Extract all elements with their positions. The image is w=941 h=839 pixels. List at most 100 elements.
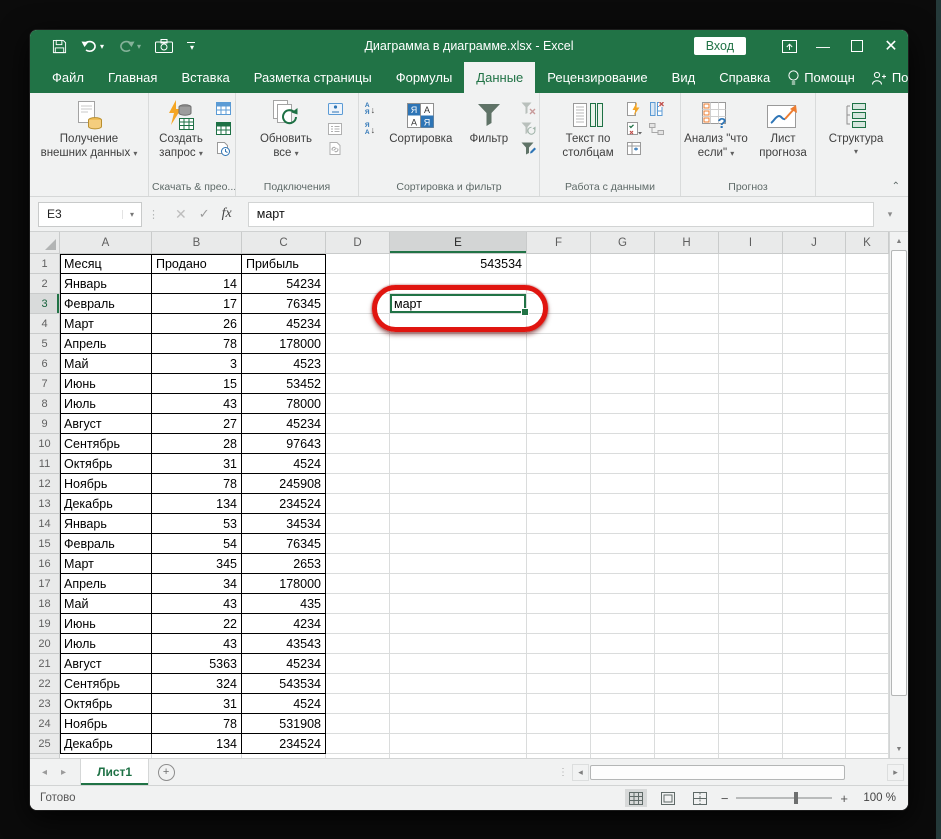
- refresh-all-button[interactable]: Обновить все ▾: [248, 96, 324, 160]
- filter-button[interactable]: Фильтр: [461, 96, 517, 147]
- zoom-out-button[interactable]: −: [721, 791, 729, 806]
- cell-J3[interactable]: [783, 294, 846, 314]
- cell-K16[interactable]: [846, 554, 889, 574]
- cell-B18[interactable]: 43: [152, 594, 242, 614]
- cell-K4[interactable]: [846, 314, 889, 334]
- zoom-slider-thumb[interactable]: [794, 792, 799, 804]
- cell-H4[interactable]: [655, 314, 719, 334]
- cell-A21[interactable]: Август: [60, 654, 152, 674]
- cell-G6[interactable]: [591, 354, 655, 374]
- cell-D6[interactable]: [326, 354, 390, 374]
- cell-G10[interactable]: [591, 434, 655, 454]
- fill-handle[interactable]: [521, 308, 529, 316]
- cell-G15[interactable]: [591, 534, 655, 554]
- cell-C3[interactable]: 76345: [242, 294, 326, 314]
- cell-H10[interactable]: [655, 434, 719, 454]
- cell-B10[interactable]: 28: [152, 434, 242, 454]
- cell-E20[interactable]: [390, 634, 527, 654]
- close-button[interactable]: ✕: [874, 30, 908, 62]
- cell-F22[interactable]: [527, 674, 591, 694]
- cell-H5[interactable]: [655, 334, 719, 354]
- cell-E7[interactable]: [390, 374, 527, 394]
- cell-K14[interactable]: [846, 514, 889, 534]
- column-header-G[interactable]: G: [591, 232, 655, 254]
- cell-A14[interactable]: Январь: [60, 514, 152, 534]
- cell-D15[interactable]: [326, 534, 390, 554]
- row-header-23[interactable]: 23: [30, 694, 60, 714]
- cell-J9[interactable]: [783, 414, 846, 434]
- maximize-button[interactable]: [840, 30, 874, 62]
- cell-E2[interactable]: [390, 274, 527, 294]
- properties-icon[interactable]: [326, 121, 344, 136]
- cell-D20[interactable]: [326, 634, 390, 654]
- cell-G4[interactable]: [591, 314, 655, 334]
- cell-A11[interactable]: Октябрь: [60, 454, 152, 474]
- cell-A1[interactable]: Месяц: [60, 254, 152, 274]
- cell-F9[interactable]: [527, 414, 591, 434]
- from-table-icon[interactable]: [214, 101, 232, 116]
- cell-H14[interactable]: [655, 514, 719, 534]
- cell-K9[interactable]: [846, 414, 889, 434]
- cell-J25[interactable]: [783, 734, 846, 754]
- redo-button[interactable]: ▾: [118, 39, 141, 53]
- cell-G25[interactable]: [591, 734, 655, 754]
- cancel-entry-button[interactable]: ✕: [175, 206, 187, 223]
- cell-H19[interactable]: [655, 614, 719, 634]
- ribbon-display-options-button[interactable]: [772, 30, 806, 62]
- recent-file-clock-icon[interactable]: [214, 141, 232, 156]
- assistant-button[interactable]: Помощн: [782, 69, 861, 86]
- cell-G19[interactable]: [591, 614, 655, 634]
- cell-J20[interactable]: [783, 634, 846, 654]
- collapse-ribbon-button[interactable]: ⌃: [892, 181, 900, 192]
- cell-K17[interactable]: [846, 574, 889, 594]
- cell-B4[interactable]: 26: [152, 314, 242, 334]
- cell-G18[interactable]: [591, 594, 655, 614]
- cell-K23[interactable]: [846, 694, 889, 714]
- row-header-17[interactable]: 17: [30, 574, 60, 594]
- cell-E5[interactable]: [390, 334, 527, 354]
- cell-C14[interactable]: 34534: [242, 514, 326, 534]
- cell-A10[interactable]: Сентябрь: [60, 434, 152, 454]
- cell-F18[interactable]: [527, 594, 591, 614]
- new-query-button[interactable]: Создать запрос ▾: [150, 96, 212, 160]
- tab-Главная[interactable]: Главная: [96, 62, 169, 93]
- cell-B11[interactable]: 31: [152, 454, 242, 474]
- cell-F23[interactable]: [527, 694, 591, 714]
- cell-I1[interactable]: [719, 254, 783, 274]
- row-header-14[interactable]: 14: [30, 514, 60, 534]
- cell-I20[interactable]: [719, 634, 783, 654]
- cell-B26[interactable]: [152, 754, 242, 758]
- cell-H22[interactable]: [655, 674, 719, 694]
- cell-A3[interactable]: Февраль: [60, 294, 152, 314]
- cell-J17[interactable]: [783, 574, 846, 594]
- cell-A23[interactable]: Октябрь: [60, 694, 152, 714]
- cell-E26[interactable]: [390, 754, 527, 758]
- cell-C21[interactable]: 45234: [242, 654, 326, 674]
- cell-F26[interactable]: [527, 754, 591, 758]
- cell-E4[interactable]: [390, 314, 527, 334]
- cell-G23[interactable]: [591, 694, 655, 714]
- cell-K21[interactable]: [846, 654, 889, 674]
- cell-D10[interactable]: [326, 434, 390, 454]
- cell-A18[interactable]: Май: [60, 594, 152, 614]
- column-header-C[interactable]: C: [242, 232, 326, 254]
- cell-B22[interactable]: 324: [152, 674, 242, 694]
- cell-I7[interactable]: [719, 374, 783, 394]
- cell-B9[interactable]: 27: [152, 414, 242, 434]
- column-header-A[interactable]: A: [60, 232, 152, 254]
- cell-J23[interactable]: [783, 694, 846, 714]
- cell-K26[interactable]: [846, 754, 889, 758]
- cell-J15[interactable]: [783, 534, 846, 554]
- cell-J10[interactable]: [783, 434, 846, 454]
- cell-E8[interactable]: [390, 394, 527, 414]
- cell-G12[interactable]: [591, 474, 655, 494]
- cell-B12[interactable]: 78: [152, 474, 242, 494]
- cell-B17[interactable]: 34: [152, 574, 242, 594]
- relationships-icon[interactable]: [647, 121, 665, 136]
- cell-I22[interactable]: [719, 674, 783, 694]
- cell-G22[interactable]: [591, 674, 655, 694]
- row-header-12[interactable]: 12: [30, 474, 60, 494]
- cell-I15[interactable]: [719, 534, 783, 554]
- cell-G17[interactable]: [591, 574, 655, 594]
- cell-J21[interactable]: [783, 654, 846, 674]
